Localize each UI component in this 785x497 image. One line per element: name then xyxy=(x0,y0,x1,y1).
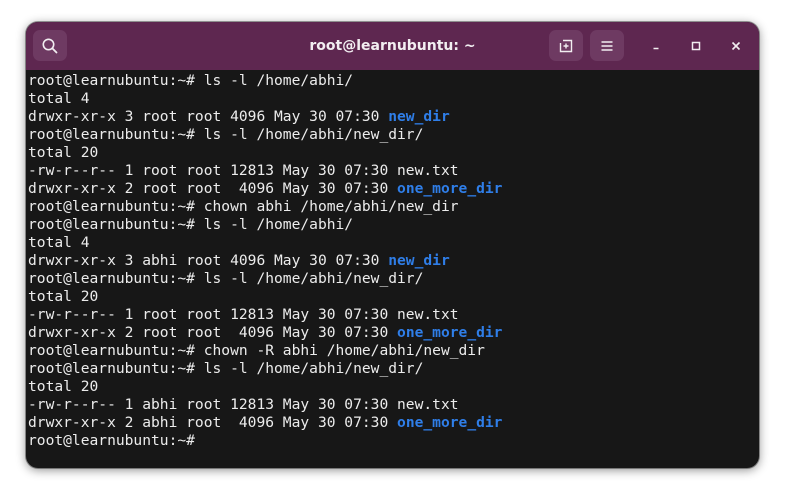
window-title: root@learnubuntu: ~ xyxy=(309,38,476,54)
terminal-line: root@learnubuntu:~# ls -l /home/abhi/ xyxy=(28,216,756,234)
menu-button[interactable] xyxy=(590,30,624,61)
close-icon xyxy=(731,41,741,51)
terminal-line: root@learnubuntu:~# chown -R abhi /home/… xyxy=(28,342,756,360)
terminal-line: drwxr-xr-x 3 abhi root 4096 May 30 07:30… xyxy=(28,252,756,270)
terminal-line: drwxr-xr-x 3 root root 4096 May 30 07:30… xyxy=(28,108,756,126)
terminal-line: -rw-r--r-- 1 root root 12813 May 30 07:3… xyxy=(28,306,756,324)
terminal-text: root@learnubuntu:~# xyxy=(28,432,204,449)
title-bar[interactable]: root@learnubuntu: ~ xyxy=(26,22,759,70)
terminal-text: root@learnubuntu:~# ls -l /home/abhi/new… xyxy=(28,360,424,377)
search-icon xyxy=(42,38,58,53)
terminal-text: total 20 xyxy=(28,144,99,161)
terminal-text: drwxr-xr-x 3 abhi root 4096 May 30 07:30 xyxy=(28,252,389,269)
terminal-text: -rw-r--r-- 1 abhi root 12813 May 30 07:3… xyxy=(28,396,459,413)
terminal-text: -rw-r--r-- 1 root root 12813 May 30 07:3… xyxy=(28,162,459,179)
maximize-icon xyxy=(691,41,701,51)
terminal-text: drwxr-xr-x 2 root root 4096 May 30 07:30 xyxy=(28,324,398,341)
terminal-line: -rw-r--r-- 1 abhi root 12813 May 30 07:3… xyxy=(28,396,756,414)
terminal-line: root@learnubuntu:~# xyxy=(28,432,756,450)
terminal-line: total 4 xyxy=(28,90,756,108)
terminal-text: root@learnubuntu:~# ls -l /home/abhi/new… xyxy=(28,270,424,287)
terminal-line: -rw-r--r-- 1 root root 12813 May 30 07:3… xyxy=(28,162,756,180)
new-tab-button[interactable] xyxy=(549,30,583,61)
terminal-line: drwxr-xr-x 2 root root 4096 May 30 07:30… xyxy=(28,180,756,198)
maximize-button[interactable] xyxy=(684,34,708,58)
hamburger-menu-icon xyxy=(601,40,613,51)
terminal-text: total 4 xyxy=(28,234,90,251)
terminal-text: total 20 xyxy=(28,288,99,305)
terminal-text: root@learnubuntu:~# chown abhi /home/abh… xyxy=(28,198,459,215)
terminal-line: total 20 xyxy=(28,144,756,162)
terminal-cursor xyxy=(204,432,213,448)
terminal-line: total 20 xyxy=(28,288,756,306)
terminal-text: total 4 xyxy=(28,90,90,107)
terminal-text: root@learnubuntu:~# ls -l /home/abhi/ xyxy=(28,72,354,89)
terminal-window: root@learnubuntu: ~ root@learnubuntu:~# … xyxy=(26,22,759,468)
terminal-text: drwxr-xr-x 2 abhi root 4096 May 30 07:30 xyxy=(28,414,398,431)
terminal-text: root@learnubuntu:~# ls -l /home/abhi/ xyxy=(28,216,354,233)
terminal-line: root@learnubuntu:~# chown abhi /home/abh… xyxy=(28,198,756,216)
minimize-button[interactable] xyxy=(644,34,668,58)
terminal-line: root@learnubuntu:~# ls -l /home/abhi/new… xyxy=(28,270,756,288)
terminal-line: total 4 xyxy=(28,234,756,252)
terminal-line: root@learnubuntu:~# ls -l /home/abhi/new… xyxy=(28,126,756,144)
terminal-text: total 20 xyxy=(28,378,99,395)
terminal-text: drwxr-xr-x 3 root root 4096 May 30 07:30 xyxy=(28,108,389,125)
terminal-text: -rw-r--r-- 1 root root 12813 May 30 07:3… xyxy=(28,306,459,323)
directory-name: new_dir xyxy=(388,108,450,125)
terminal-line: total 20 xyxy=(28,378,756,396)
directory-name: new_dir xyxy=(388,252,450,269)
terminal-text: root@learnubuntu:~# chown -R abhi /home/… xyxy=(28,342,485,359)
terminal-line: drwxr-xr-x 2 abhi root 4096 May 30 07:30… xyxy=(28,414,756,432)
terminal-text: root@learnubuntu:~# ls -l /home/abhi/new… xyxy=(28,126,424,143)
directory-name: one_more_dir xyxy=(397,414,503,431)
terminal-line: root@learnubuntu:~# ls -l /home/abhi/ xyxy=(28,72,756,90)
directory-name: one_more_dir xyxy=(397,180,503,197)
new-tab-icon xyxy=(559,39,573,52)
terminal-text: drwxr-xr-x 2 root root 4096 May 30 07:30 xyxy=(28,180,398,197)
close-button[interactable] xyxy=(724,34,748,58)
search-button[interactable] xyxy=(33,30,67,61)
directory-name: one_more_dir xyxy=(397,324,503,341)
terminal-output[interactable]: root@learnubuntu:~# ls -l /home/abhi/tot… xyxy=(28,72,756,464)
terminal-line: root@learnubuntu:~# ls -l /home/abhi/new… xyxy=(28,360,756,378)
terminal-line: drwxr-xr-x 2 root root 4096 May 30 07:30… xyxy=(28,324,756,342)
minimize-icon xyxy=(653,47,659,50)
